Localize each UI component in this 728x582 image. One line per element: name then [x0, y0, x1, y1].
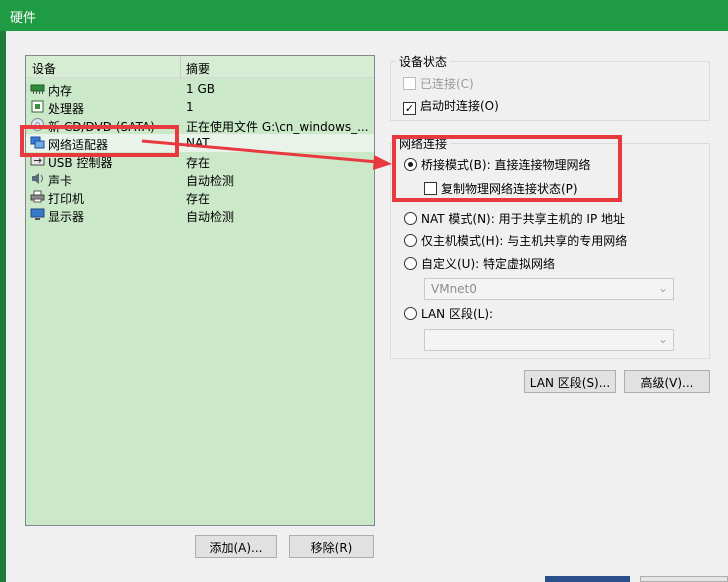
annotation-arrow	[141, 139, 392, 170]
ok-button-edge[interactable]	[545, 576, 630, 582]
cancel-button-edge[interactable]	[640, 576, 728, 582]
